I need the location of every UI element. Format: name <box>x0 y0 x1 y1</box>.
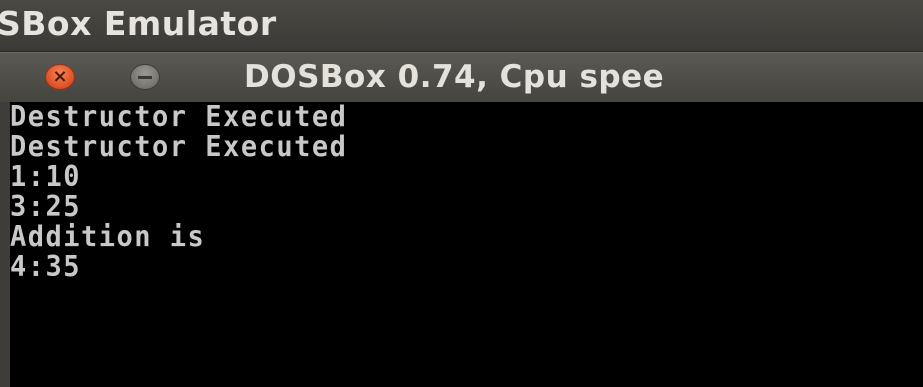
console-line: Destructor Executed <box>10 130 348 164</box>
close-icon: × <box>52 66 68 87</box>
top-panel: SBox Emulator <box>0 0 923 52</box>
minimize-button[interactable] <box>130 64 160 90</box>
dosbox-window: × DOSBox 0.74, Cpu spee Destructor Execu… <box>0 52 923 387</box>
console-line: 1:10 <box>10 160 82 194</box>
app-title: SBox Emulator <box>0 4 277 43</box>
console-line: Destructor Executed <box>10 100 348 134</box>
window-titlebar[interactable]: × DOSBox 0.74, Cpu spee <box>0 52 923 102</box>
console-line: 4:35 <box>10 250 82 284</box>
console-line: 3:25 <box>10 190 82 224</box>
close-button[interactable]: × <box>45 64 75 90</box>
window-title: DOSBox 0.74, Cpu spee <box>244 59 665 95</box>
minimize-icon <box>138 76 152 79</box>
window-left-border <box>0 52 10 387</box>
console-output[interactable]: Destructor Executed Destructor Executed … <box>10 100 923 387</box>
console-line: Addition is <box>10 220 206 254</box>
